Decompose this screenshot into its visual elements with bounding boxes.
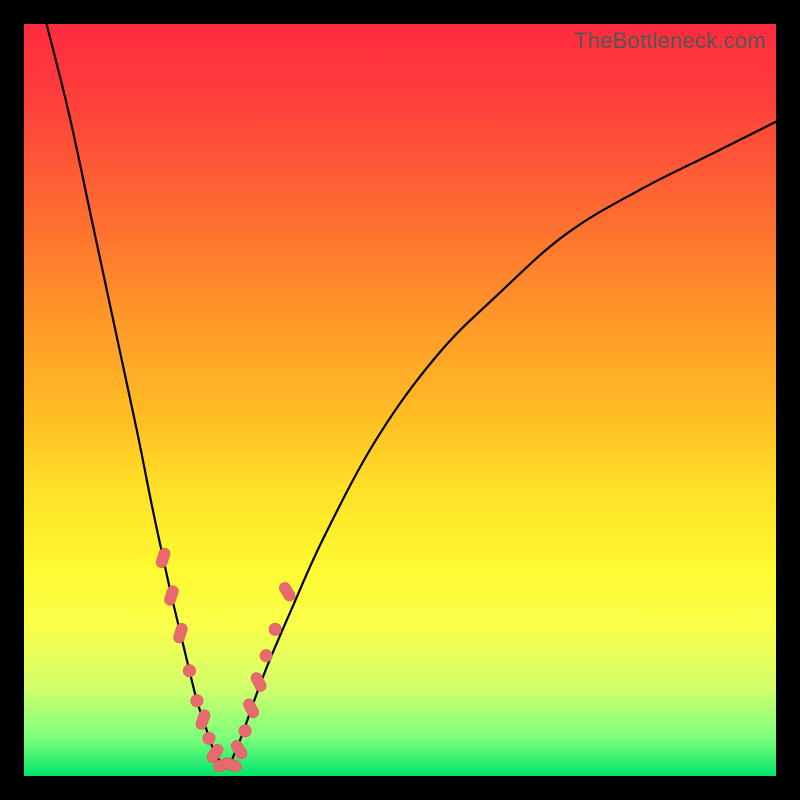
data-pill — [242, 697, 261, 720]
data-bead — [260, 649, 272, 661]
data-pill — [155, 547, 172, 569]
data-pill — [194, 708, 211, 731]
data-pill — [277, 580, 297, 603]
data-pill — [249, 671, 268, 694]
data-bead — [239, 725, 251, 737]
v-curve — [47, 24, 776, 769]
plot-area: TheBottleneck.com — [24, 24, 776, 776]
data-bead — [269, 623, 281, 635]
chart-frame: TheBottleneck.com — [0, 0, 800, 800]
marker-group — [155, 547, 297, 774]
data-bead — [191, 695, 203, 707]
curve-group — [47, 24, 776, 769]
data-bead — [203, 732, 215, 744]
data-pill — [163, 584, 180, 606]
bottleneck-curve — [24, 24, 776, 776]
data-pill — [172, 622, 189, 644]
data-bead — [183, 665, 195, 677]
